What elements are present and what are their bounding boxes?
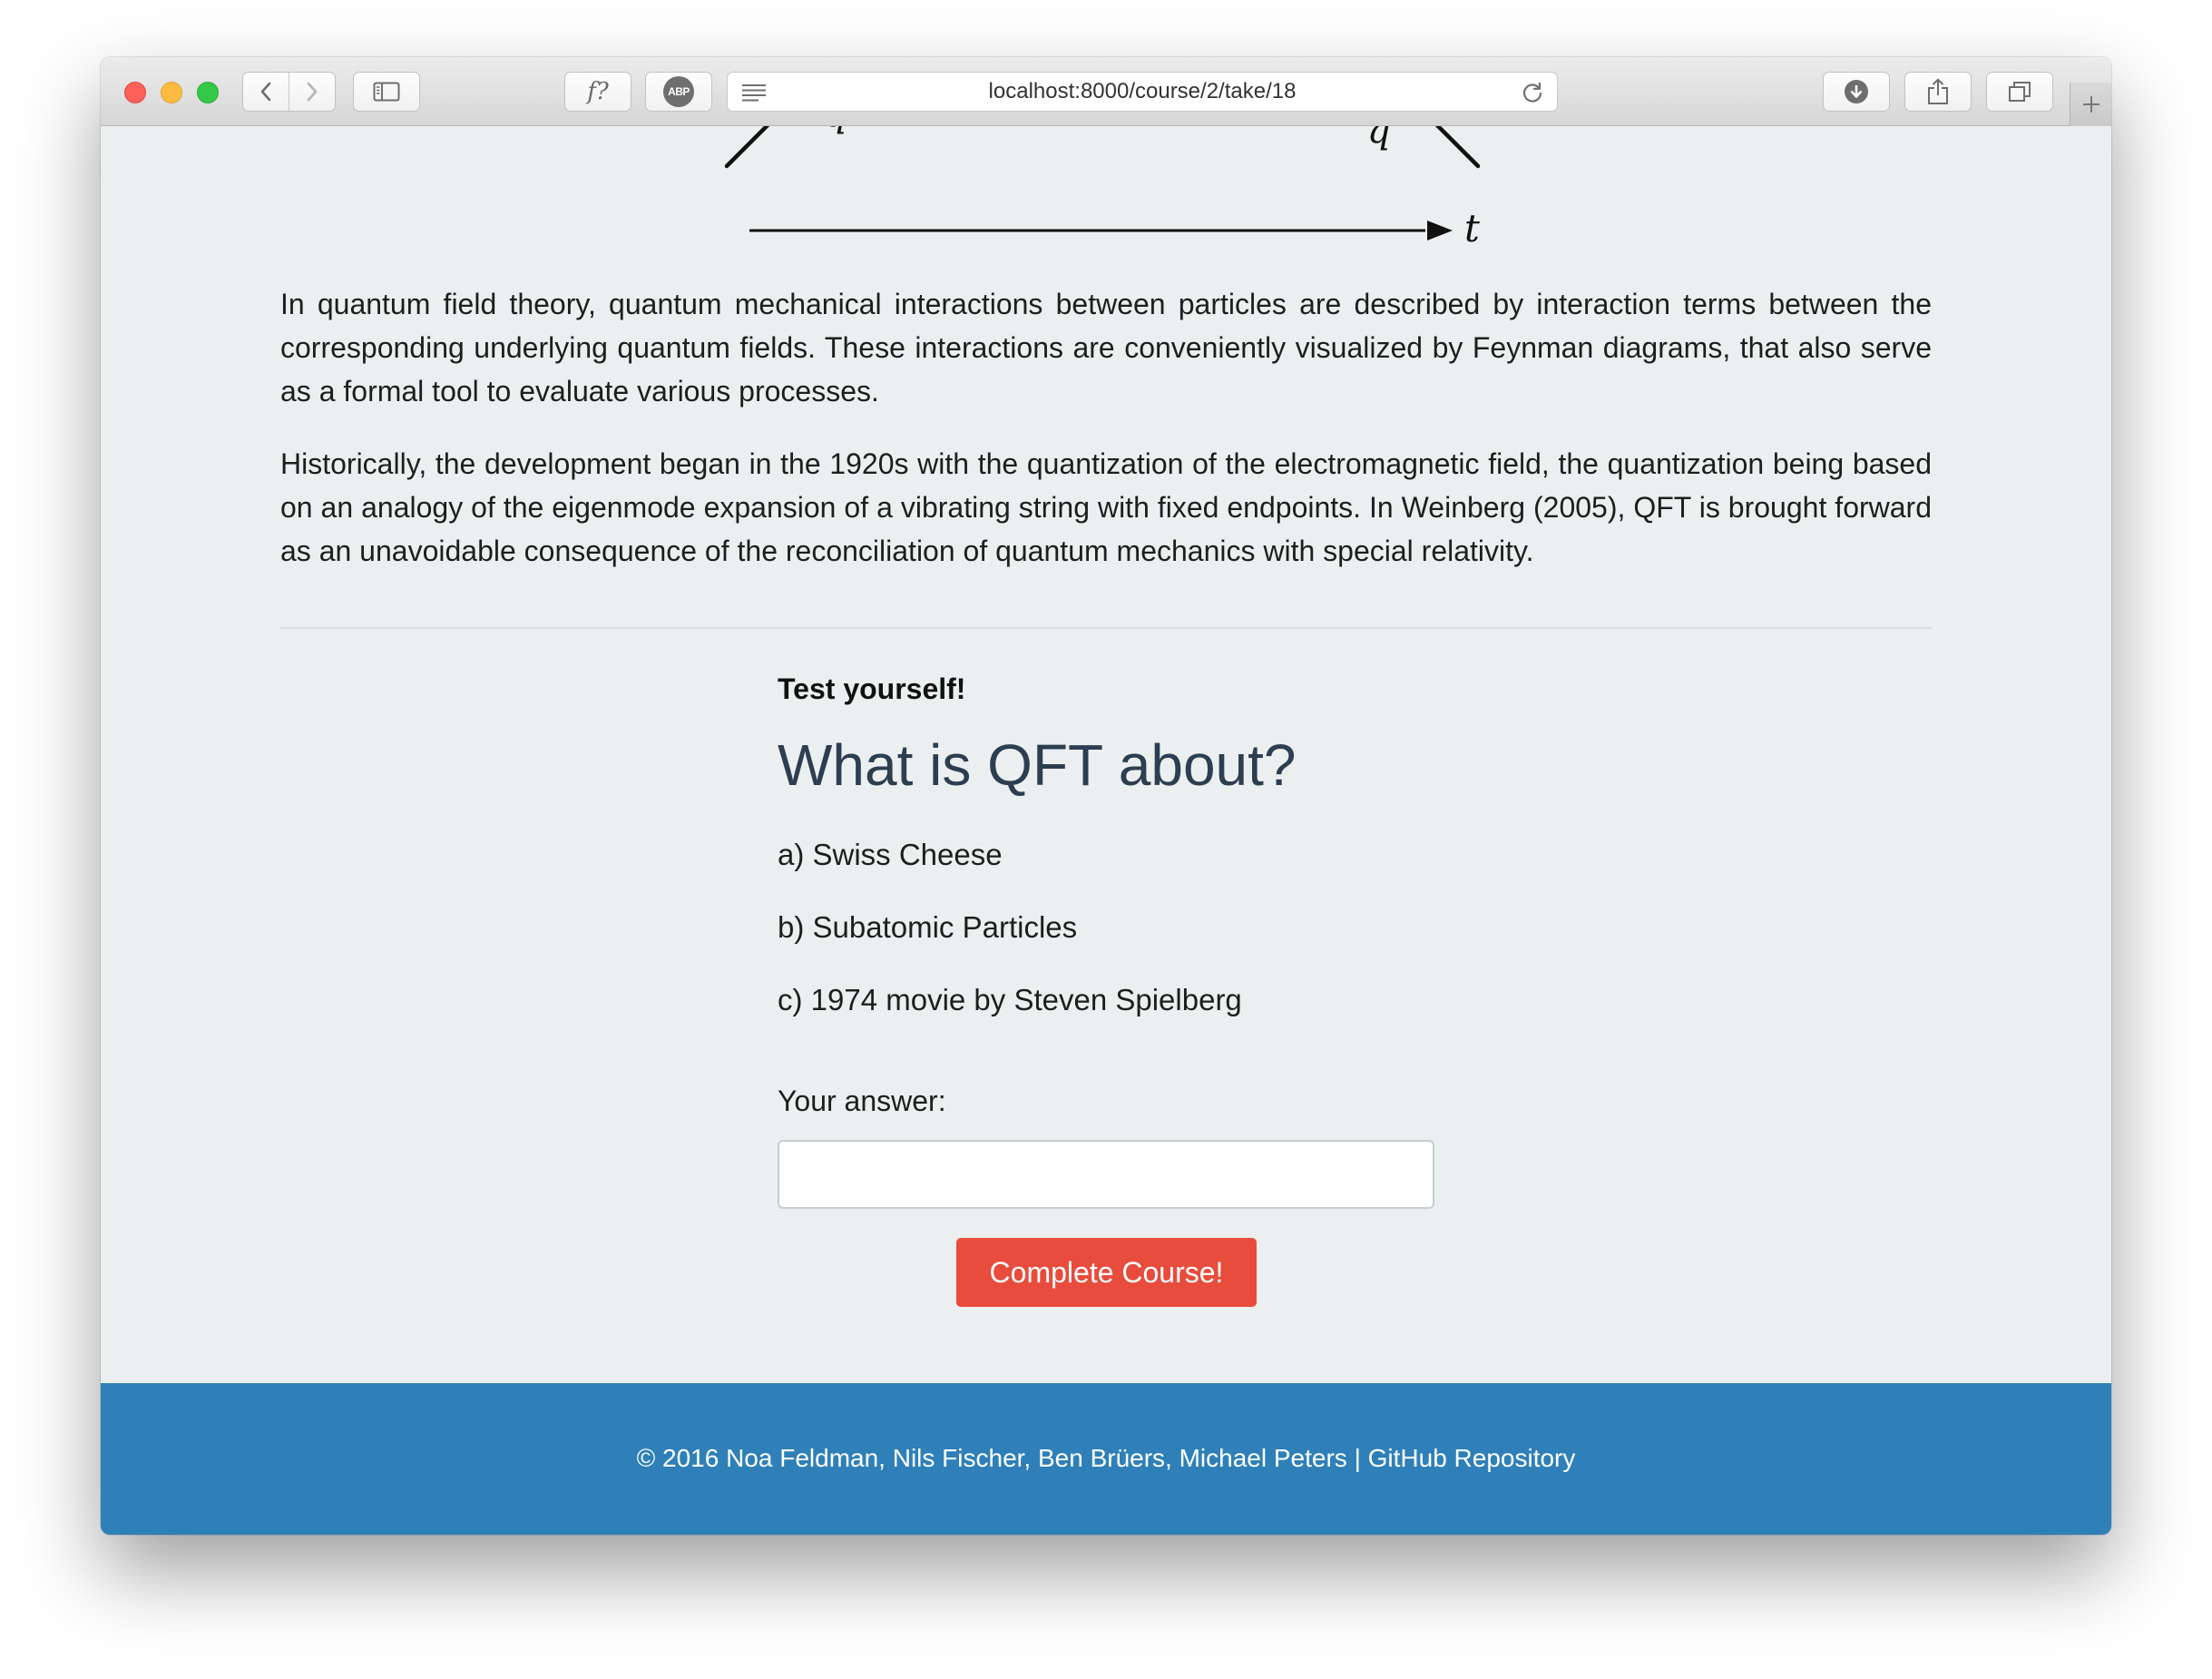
- zoom-window-button[interactable]: [197, 82, 219, 103]
- footer-text: © 2016 Noa Feldman, Nils Fischer, Ben Br…: [637, 1444, 1576, 1473]
- formula-icon: f?: [587, 78, 609, 105]
- diagram-left-label: q: [824, 126, 847, 135]
- share-icon: [1928, 78, 1948, 104]
- minimize-window-button[interactable]: [161, 82, 182, 103]
- tab-overview-button[interactable]: [1986, 72, 2053, 112]
- page-content: q q t In quantum field theory, quantum m…: [101, 126, 2111, 1383]
- quiz-option: b) Subatomic Particles: [778, 910, 1078, 944]
- complete-course-button[interactable]: Complete Course!: [956, 1238, 1257, 1307]
- forward-button[interactable]: [289, 73, 335, 111]
- quiz-option: a) Swiss Cheese: [778, 838, 1003, 871]
- browser-toolbar: f? ABP localhost:8000/course/2/take/18: [101, 57, 2111, 126]
- back-button[interactable]: [243, 73, 289, 111]
- answer-label: Your answer:: [778, 1085, 946, 1117]
- adblock-glyph: ABP: [668, 85, 690, 98]
- section-divider: [280, 627, 1932, 629]
- chevron-left-icon: [260, 82, 271, 102]
- answer-input[interactable]: [778, 1140, 1434, 1209]
- time-axis-arrowhead: [1427, 221, 1453, 241]
- feynman-diagram: q q t: [724, 126, 1481, 250]
- download-icon: [1845, 80, 1868, 103]
- history-navigation: [242, 72, 336, 112]
- adblock-button[interactable]: ABP: [645, 72, 712, 112]
- diagram-right-label: q: [1367, 126, 1391, 152]
- time-axis-label: t: [1464, 206, 1480, 250]
- share-button[interactable]: [1904, 72, 1972, 112]
- address-bar[interactable]: localhost:8000/course/2/take/18: [727, 72, 1558, 112]
- github-repository-link[interactable]: GitHub Repository: [1368, 1444, 1576, 1472]
- page-footer: © 2016 Noa Feldman, Nils Fischer, Ben Br…: [101, 1383, 2111, 1535]
- chevron-right-icon: [307, 82, 318, 102]
- diagram-left-line: [724, 126, 770, 169]
- browser-window: f? ABP localhost:8000/course/2/take/18 q…: [101, 57, 2111, 1535]
- formula-extension-button[interactable]: f?: [564, 72, 631, 112]
- url-text: localhost:8000/course/2/take/18: [988, 79, 1297, 103]
- reload-icon[interactable]: [1521, 81, 1544, 104]
- quiz-question: What is QFT about?: [778, 732, 1297, 798]
- plus-icon: [2082, 96, 2099, 113]
- downloads-button[interactable]: [1823, 72, 1890, 112]
- diagram-right-line: [1434, 126, 1481, 169]
- article-paragraph: Historically, the development began in t…: [280, 447, 1932, 567]
- sidebar-button[interactable]: [353, 72, 420, 112]
- sidebar-icon: [373, 82, 400, 102]
- tabs-icon: [2009, 82, 2031, 102]
- new-tab-button[interactable]: [2070, 83, 2111, 126]
- article-paragraph: In quantum field theory, quantum mechani…: [280, 288, 1932, 407]
- adblock-icon: ABP: [663, 76, 694, 107]
- close-window-button[interactable]: [124, 82, 146, 103]
- quiz-kicker: Test yourself!: [778, 673, 966, 705]
- quiz-option: c) 1974 movie by Steven Spielberg: [778, 983, 1242, 1016]
- footer-copyright: © 2016 Noa Feldman, Nils Fischer, Ben Br…: [636, 1443, 1368, 1472]
